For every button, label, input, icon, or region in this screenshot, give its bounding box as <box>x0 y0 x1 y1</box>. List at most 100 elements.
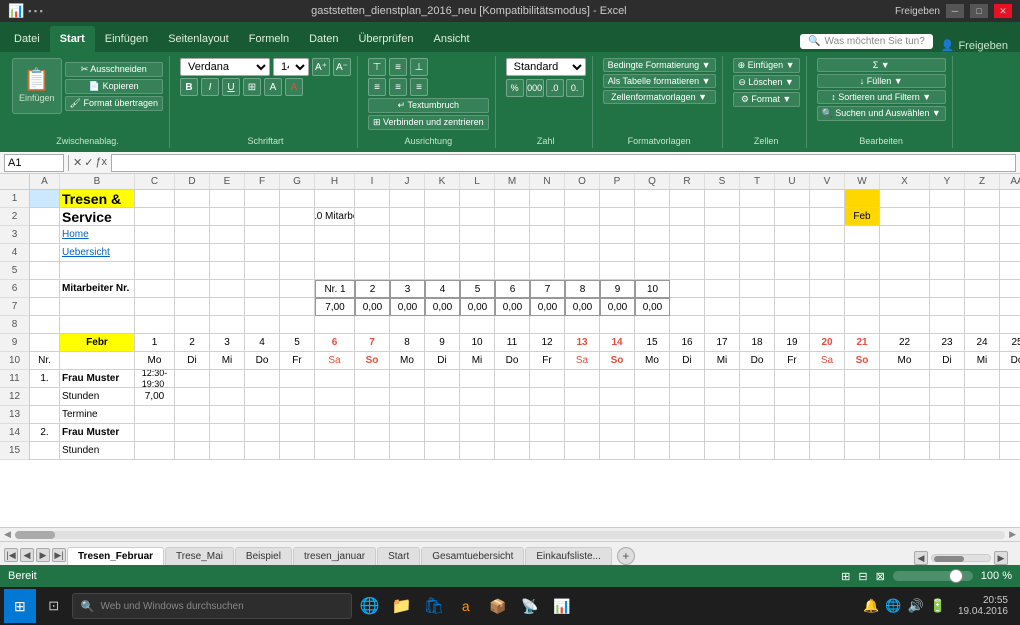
col-header-u[interactable]: U <box>775 174 810 189</box>
cell-C9[interactable]: 1 <box>135 334 175 352</box>
cell-K12[interactable] <box>425 388 460 406</box>
cell-Y5[interactable] <box>930 262 965 280</box>
cell-W10[interactable]: So <box>845 352 880 370</box>
cell-W2[interactable]: Feb <box>845 208 880 226</box>
cell-O10[interactable]: Sa <box>565 352 600 370</box>
align-top-button[interactable]: ⊤ <box>368 58 386 76</box>
cell-M11[interactable] <box>495 370 530 388</box>
cell-C1[interactable] <box>135 190 175 208</box>
tab-datei[interactable]: Datei <box>4 26 50 52</box>
cell-X11[interactable] <box>880 370 930 388</box>
row-header-6[interactable]: 6 <box>0 280 29 298</box>
cell-V6[interactable] <box>810 280 845 298</box>
cell-U12[interactable] <box>775 388 810 406</box>
cell-W8[interactable] <box>845 316 880 334</box>
cell-S7[interactable] <box>705 298 740 316</box>
cell-P2[interactable] <box>600 208 635 226</box>
cell-J8[interactable] <box>390 316 425 334</box>
font-color-button[interactable]: A <box>285 78 303 96</box>
cell-Y8[interactable] <box>930 316 965 334</box>
cell-K11[interactable] <box>425 370 460 388</box>
cell-K7[interactable]: 0,00 <box>425 298 460 316</box>
wrap-text-button[interactable]: ↵ Textumbruch <box>368 98 489 113</box>
cell-K13[interactable] <box>425 406 460 424</box>
cell-H8[interactable] <box>315 316 355 334</box>
col-header-k[interactable]: K <box>425 174 460 189</box>
cell-R6[interactable] <box>670 280 705 298</box>
cell-U15[interactable] <box>775 442 810 460</box>
copy-button[interactable]: 📄 Kopieren <box>65 79 163 94</box>
cell-M1[interactable] <box>495 190 530 208</box>
cell-C14[interactable] <box>135 424 175 442</box>
cell-E3[interactable] <box>210 226 245 244</box>
cell-C5[interactable] <box>135 262 175 280</box>
app-icon-3[interactable]: 📊 <box>548 592 576 620</box>
cell-L11[interactable] <box>460 370 495 388</box>
cell-styles-button[interactable]: Zellenformatvorlagen ▼ <box>603 90 716 104</box>
confirm-formula-icon[interactable]: ✓ <box>84 156 93 169</box>
start-button[interactable]: ⊞ <box>4 589 36 623</box>
cell-AA2[interactable] <box>1000 208 1020 226</box>
col-header-l[interactable]: L <box>460 174 495 189</box>
cell-J6[interactable]: 3 <box>390 280 425 298</box>
cell-L13[interactable] <box>460 406 495 424</box>
cell-Z4[interactable] <box>965 244 1000 262</box>
cell-F9[interactable]: 4 <box>245 334 280 352</box>
cell-H2[interactable]: für 10 Mitarbeiter <box>315 208 355 226</box>
cell-J14[interactable] <box>390 424 425 442</box>
col-header-n[interactable]: N <box>530 174 565 189</box>
cell-A8[interactable] <box>30 316 60 334</box>
cell-Z2[interactable] <box>965 208 1000 226</box>
cell-K8[interactable] <box>425 316 460 334</box>
prev-sheet-button[interactable]: ◀ <box>20 548 34 562</box>
cell-Y9[interactable]: 23 <box>930 334 965 352</box>
cell-AA9[interactable]: 25 <box>1000 334 1020 352</box>
cell-T9[interactable]: 18 <box>740 334 775 352</box>
cell-E11[interactable] <box>210 370 245 388</box>
cell-K14[interactable] <box>425 424 460 442</box>
cell-E6[interactable] <box>210 280 245 298</box>
cell-J1[interactable] <box>390 190 425 208</box>
cell-H5[interactable] <box>315 262 355 280</box>
windows-search-bar[interactable]: 🔍 Web und Windows durchsuchen <box>72 593 352 619</box>
cell-D12[interactable] <box>175 388 210 406</box>
network-icon[interactable]: 🌐 <box>883 598 903 614</box>
cell-U8[interactable] <box>775 316 810 334</box>
row-header-15[interactable]: 15 <box>0 442 29 460</box>
cell-Y11[interactable] <box>930 370 965 388</box>
cell-R5[interactable] <box>670 262 705 280</box>
cell-H6[interactable]: Nr. 1 <box>315 280 355 298</box>
cell-M10[interactable]: Do <box>495 352 530 370</box>
cell-S10[interactable]: Mi <box>705 352 740 370</box>
cell-T6[interactable] <box>740 280 775 298</box>
cell-H9[interactable]: 6 <box>315 334 355 352</box>
cell-T2[interactable] <box>740 208 775 226</box>
cell-Y1[interactable] <box>930 190 965 208</box>
cell-N5[interactable] <box>530 262 565 280</box>
cell-AA7[interactable] <box>1000 298 1020 316</box>
cell-H10[interactable]: Sa <box>315 352 355 370</box>
border-button[interactable]: ⊞ <box>243 78 261 96</box>
cell-X14[interactable] <box>880 424 930 442</box>
format-painter-button[interactable]: 🖌 Format übertragen <box>65 96 163 111</box>
italic-button[interactable]: I <box>201 78 219 96</box>
cell-AA13[interactable] <box>1000 406 1020 424</box>
cell-AA3[interactable] <box>1000 226 1020 244</box>
cell-L15[interactable] <box>460 442 495 460</box>
cell-P10[interactable]: So <box>600 352 635 370</box>
cell-N14[interactable] <box>530 424 565 442</box>
cell-J10[interactable]: Mo <box>390 352 425 370</box>
cell-A14[interactable]: 2. <box>30 424 60 442</box>
cell-M9[interactable]: 11 <box>495 334 530 352</box>
cell-N4[interactable] <box>530 244 565 262</box>
cell-T1[interactable] <box>740 190 775 208</box>
next-sheet-button[interactable]: ▶ <box>36 548 50 562</box>
cell-M4[interactable] <box>495 244 530 262</box>
cell-O13[interactable] <box>565 406 600 424</box>
cell-S12[interactable] <box>705 388 740 406</box>
cell-V5[interactable] <box>810 262 845 280</box>
cell-Y12[interactable] <box>930 388 965 406</box>
cell-L4[interactable] <box>460 244 495 262</box>
cell-R15[interactable] <box>670 442 705 460</box>
cell-X5[interactable] <box>880 262 930 280</box>
